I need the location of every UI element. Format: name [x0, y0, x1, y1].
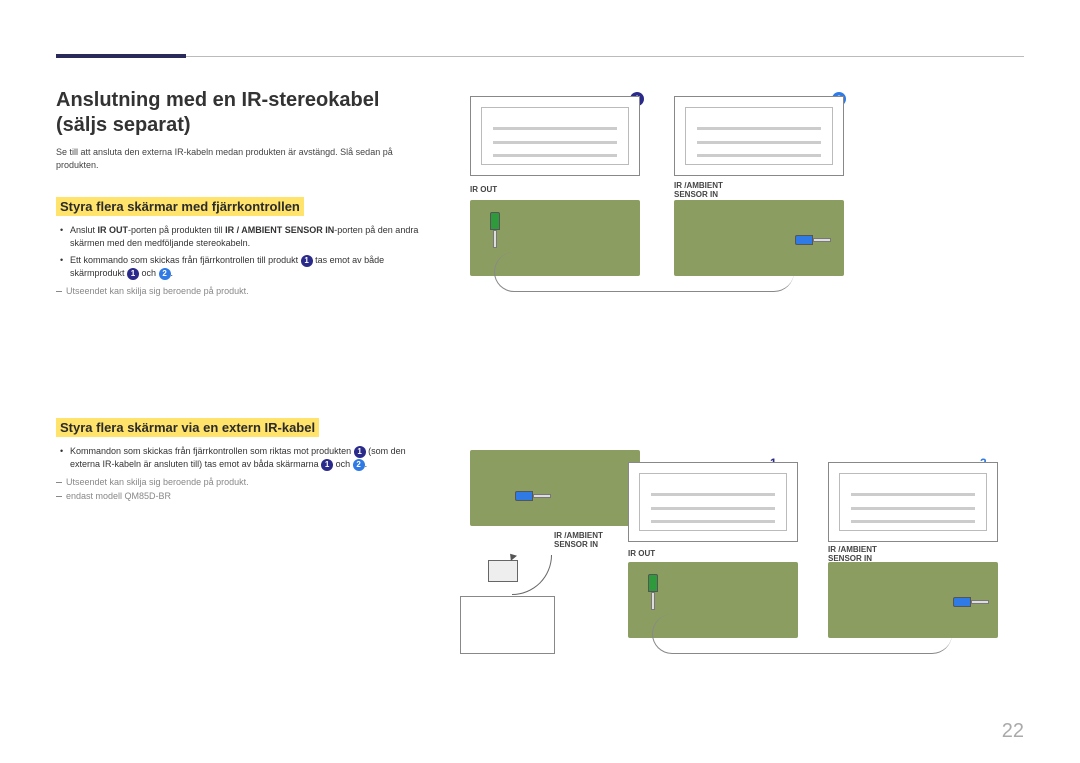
header-accent-bar	[56, 54, 186, 58]
diagram-top-monitor-1	[470, 96, 640, 176]
diagram-top: 1 2 IR OUT IR /AMBIENT SENSOR IN	[470, 92, 1030, 312]
section1-bullets: Anslut IR OUT-porten på produkten till I…	[56, 224, 426, 280]
page-number: 22	[1002, 720, 1024, 743]
section1-bullet-1: Anslut IR OUT-porten på produkten till I…	[56, 224, 426, 250]
num-chip-1b: 1	[127, 268, 139, 280]
cable-line	[494, 252, 794, 292]
diagram-bot-label-right: IR /AMBIENT SENSOR IN	[828, 546, 877, 564]
diagram-bot-label-mid: IR OUT	[628, 550, 655, 559]
section1-note: Utseendet kan skilja sig beroende på pro…	[56, 286, 426, 296]
page-title: Anslutning med en IR-stereokabel (säljs …	[56, 88, 426, 138]
num-chip-s2-1b: 1	[321, 459, 333, 471]
header-rule	[56, 56, 1024, 57]
section2-note1: Utseendet kan skilja sig beroende på pro…	[56, 477, 426, 487]
jack-blue-icon-3	[953, 595, 997, 609]
diagram-bottom: IR /AMBIENT SENSOR IN 1 IR OUT 2 IR /AMB…	[470, 450, 1030, 690]
jack-blue-icon	[795, 233, 839, 247]
left-column: Anslutning med en IR-stereokabel (säljs …	[56, 88, 426, 503]
title-line2: (säljs separat)	[56, 114, 191, 136]
num-chip-s2-1: 1	[354, 446, 366, 458]
jack-green-icon	[488, 212, 502, 256]
diagram-bot-label-upper: IR /AMBIENT SENSOR IN	[554, 532, 603, 550]
cable-line-2	[652, 614, 952, 654]
section2-bullet-1: Kommandon som skickas från fjärrkontroll…	[56, 445, 426, 471]
title-line1: Anslutning med en IR-stereokabel	[56, 89, 379, 111]
diagram-top-label-right: IR /AMBIENT SENSOR IN	[674, 182, 723, 200]
section2-note2: endast modell QM85D-BR	[56, 491, 426, 501]
section1-bullet-2: Ett kommando som skickas från fjärrkontr…	[56, 254, 426, 280]
num-chip-1: 1	[301, 255, 313, 267]
remote-box-icon	[460, 596, 555, 654]
arrow-icon	[512, 555, 552, 595]
section2-heading: Styra flera skärmar via en extern IR-kab…	[56, 418, 319, 437]
intro-text: Se till att ansluta den externa IR-kabel…	[56, 146, 426, 171]
section2-bullets: Kommandon som skickas från fjärrkontroll…	[56, 445, 426, 471]
jack-blue-icon-2	[515, 489, 559, 503]
num-chip-s2-2: 2	[353, 459, 365, 471]
jack-green-icon-2	[646, 574, 660, 618]
section1-heading: Styra flera skärmar med fjärrkontrollen	[56, 197, 304, 216]
diagram-bot-monitor-2	[828, 462, 998, 542]
num-chip-2: 2	[159, 268, 171, 280]
diagram-top-label-left: IR OUT	[470, 186, 497, 195]
diagram-top-monitor-2	[674, 96, 844, 176]
diagram-bot-port-upper	[470, 450, 640, 526]
diagram-bot-monitor-1	[628, 462, 798, 542]
